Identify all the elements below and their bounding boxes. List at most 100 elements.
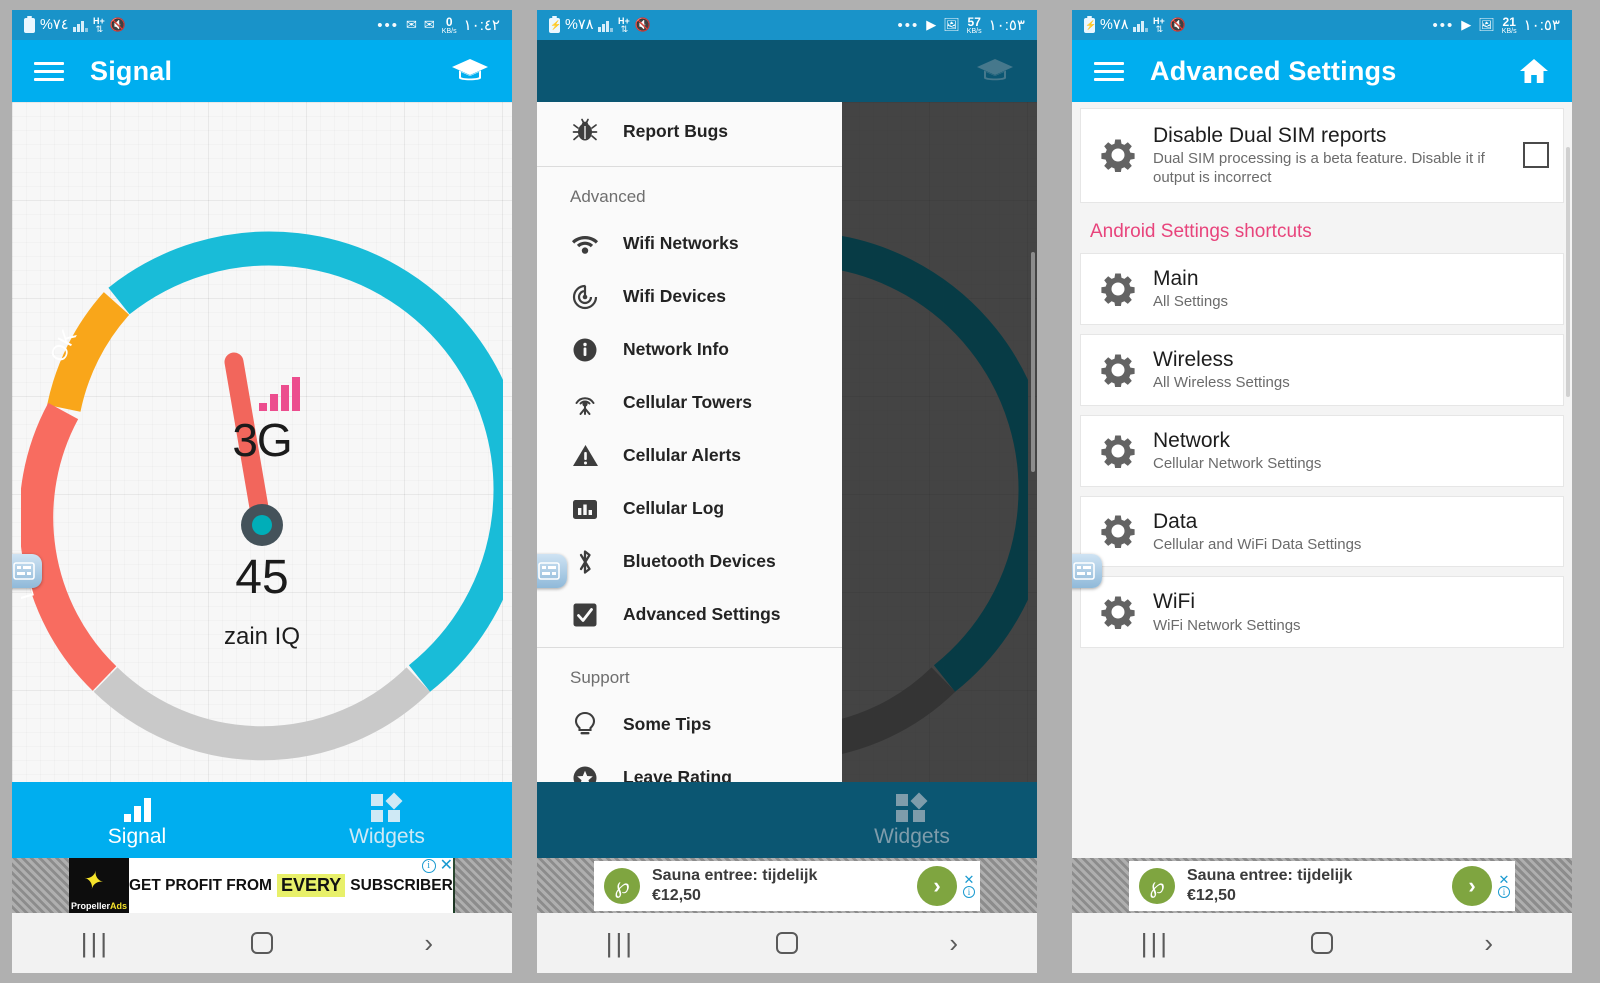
status-bar-right-3: ••• ▶ 🖼 21 KB/s ١٠:٥٣ [1433, 16, 1560, 35]
chevron-right-icon[interactable]: › [1452, 865, 1492, 906]
drawer-item-report-bugs[interactable]: Report Bugs [537, 102, 842, 160]
mail-icon: ✉ [405, 17, 417, 32]
ad-content-sauna[interactable]: ℘ Sauna entree: tijdelijk €12,50 › ✕ i [594, 860, 980, 911]
setting-disable-dual-sim[interactable]: Disable Dual SIM reports Dual SIM proces… [1080, 108, 1564, 203]
floating-keyboard-handle-icon[interactable] [1072, 554, 1102, 588]
setting-title: Disable Dual SIM reports [1153, 124, 1387, 147]
signal-gauge-screen: Good OK Low 3G 45 [12, 102, 512, 782]
phone-screenshot-2: %٧٨ H+⇅ 🔇 ••• ▶ 🖼 57 KB/s ١٠:٥٣ [537, 10, 1037, 973]
drawer-item-label: Cellular Alerts [623, 445, 742, 465]
recents-icon[interactable]: ||| [1072, 928, 1239, 959]
recents-icon[interactable]: ||| [12, 928, 179, 959]
dual-sim-checkbox[interactable] [1523, 142, 1549, 169]
shortcut-network[interactable]: Network Cellular Network Settings [1080, 414, 1564, 487]
gear-icon [1095, 353, 1141, 387]
gear-icon [1095, 272, 1141, 306]
shortcut-wireless[interactable]: Wireless All Wireless Settings [1080, 333, 1564, 406]
shortcut-wifi[interactable]: WiFi WiFi Network Settings [1080, 576, 1564, 649]
drawer-item-network-info[interactable]: Network Info [537, 323, 842, 376]
mute-icon: 🔇 [1169, 17, 1186, 32]
widgets-icon [787, 792, 1037, 822]
network-type-label: 3G [232, 414, 292, 466]
graduation-cap-icon[interactable] [450, 56, 490, 86]
tab-signal-label: Signal [107, 824, 167, 848]
hamburger-menu-icon[interactable] [1094, 61, 1124, 81]
home-icon[interactable] [1518, 56, 1550, 86]
propeller-star-icon: ✦ [80, 865, 107, 897]
data-arrows: ⇅ [1155, 24, 1164, 34]
info-icon[interactable]: i [1498, 885, 1510, 898]
cell-tower-icon [570, 390, 600, 416]
ad-headline: Sauna entree: tijdelijk €12,50 [1175, 866, 1452, 906]
shortcut-text: Data Cellular and WiFi Data Settings [1141, 509, 1549, 555]
shortcut-title: Network [1153, 428, 1231, 452]
drawer-item-label: Leave Rating [623, 767, 732, 782]
tab-widgets[interactable]: Widgets [787, 792, 1037, 849]
scrollbar-thumb[interactable] [1566, 147, 1570, 397]
hamburger-menu-icon[interactable] [34, 61, 64, 81]
drawer-item-some-tips[interactable]: Some Tips [537, 698, 842, 751]
recents-icon[interactable]: ||| [537, 928, 704, 959]
tab-widgets[interactable]: Widgets [262, 792, 512, 849]
drawer-item-advanced-settings[interactable]: Advanced Settings [537, 588, 842, 641]
mute-icon: 🔇 [109, 17, 126, 32]
drawer-item-cellular-alerts[interactable]: Cellular Alerts [537, 429, 842, 482]
tab-signal[interactable]: Signal [12, 792, 262, 849]
ad-badges[interactable]: i ✕ [421, 858, 453, 874]
close-icon[interactable]: ✕ [964, 873, 975, 886]
ad-banner-3[interactable]: ℘ Sauna entree: tijdelijk €12,50 › ✕ i [1072, 858, 1572, 913]
home-square-icon[interactable] [179, 932, 346, 954]
drawer-item-bluetooth-devices[interactable]: Bluetooth Devices [537, 535, 842, 588]
ad-brand-label: PropellerAds [71, 901, 128, 911]
wifi-icon [570, 233, 600, 255]
home-square-icon[interactable] [704, 932, 871, 954]
shortcut-subtitle: All Settings [1153, 292, 1229, 310]
drawer-item-cellular-towers[interactable]: Cellular Towers [537, 376, 842, 429]
shortcut-text: Network Cellular Network Settings [1141, 428, 1549, 474]
drawer-scroll-area[interactable]: Report Bugs Advanced Wifi Networks Wifi … [537, 102, 842, 782]
data-rate-icon: 0 KB/s [442, 16, 457, 35]
bottom-navigation-2: Widgets [537, 782, 1037, 858]
ad-content-sauna[interactable]: ℘ Sauna entree: tijdelijk €12,50 › ✕ i [1129, 860, 1515, 911]
clock-label: ١٠:٤٢ [463, 17, 500, 34]
network-strength-bars-icon [259, 377, 300, 411]
phone-screenshot-3: %٧٨ H+⇅ 🔇 ••• ▶ 🖼 21 KB/s ١٠:٥٣ Advanced… [1072, 10, 1572, 973]
back-chevron-icon[interactable]: › [1405, 928, 1572, 959]
info-icon[interactable]: i [421, 859, 436, 873]
drawer-item-leave-rating[interactable]: Leave Rating [537, 751, 842, 782]
gauge-arc-svg: Good OK Low [21, 231, 503, 761]
status-bar-right-1: ••• ✉ ✉ 0 KB/s ١٠:٤٢ [377, 16, 500, 35]
ad-banner-1[interactable]: ✦ PropellerAds GET PROFIT FROM EVERY SUB… [12, 858, 512, 913]
close-icon[interactable]: ✕ [1499, 873, 1510, 886]
drawer-item-wifi-networks[interactable]: Wifi Networks [537, 217, 842, 270]
ad-banner-2[interactable]: ℘ Sauna entree: tijdelijk €12,50 › ✕ i [537, 858, 1037, 913]
gear-icon [1095, 434, 1141, 468]
floating-keyboard-handle-icon[interactable] [12, 554, 42, 588]
info-icon[interactable]: i [963, 885, 975, 898]
carrier-name-label: zain IQ [223, 623, 301, 650]
signal-bars-icon [73, 19, 88, 32]
floating-keyboard-handle-icon[interactable] [537, 554, 567, 588]
drawer-item-label: Wifi Networks [623, 233, 739, 253]
ad-badges[interactable]: ✕ i [1496, 873, 1512, 898]
back-chevron-icon[interactable]: › [345, 928, 512, 959]
chevron-right-icon[interactable]: › [917, 865, 957, 906]
close-icon[interactable]: ✕ [440, 858, 453, 874]
drawer-item-cellular-log[interactable]: Cellular Log [537, 482, 842, 535]
shortcut-title: WiFi [1153, 590, 1195, 614]
shortcut-data[interactable]: Data Cellular and WiFi Data Settings [1080, 495, 1564, 568]
mail-icon: ✉ [423, 17, 435, 32]
drawer-item-wifi-devices[interactable]: Wifi Devices [537, 270, 842, 323]
status-bar-3: %٧٨ H+⇅ 🔇 ••• ▶ 🖼 21 KB/s ١٠:٥٣ [1072, 10, 1572, 40]
status-bar-1: %٧٤ H+ ⇅ 🔇 ••• ✉ ✉ 0 KB/s ١٠:٤٢ [12, 10, 512, 40]
back-chevron-icon[interactable]: › [870, 928, 1037, 959]
tab-widgets-label: Widgets [349, 824, 425, 848]
app-bar-1: Signal [12, 40, 512, 102]
home-square-icon[interactable] [1239, 932, 1406, 954]
drawer-item-label: Some Tips [623, 714, 712, 734]
graduation-cap-icon[interactable] [975, 56, 1015, 86]
ad-badges[interactable]: ✕ i [961, 873, 977, 898]
ad-content-propeller[interactable]: ✦ PropellerAds GET PROFIT FROM EVERY SUB… [69, 858, 455, 913]
status-bar-left-3: %٧٨ H+⇅ 🔇 [1084, 15, 1186, 34]
shortcut-main[interactable]: Main All Settings [1080, 252, 1564, 325]
